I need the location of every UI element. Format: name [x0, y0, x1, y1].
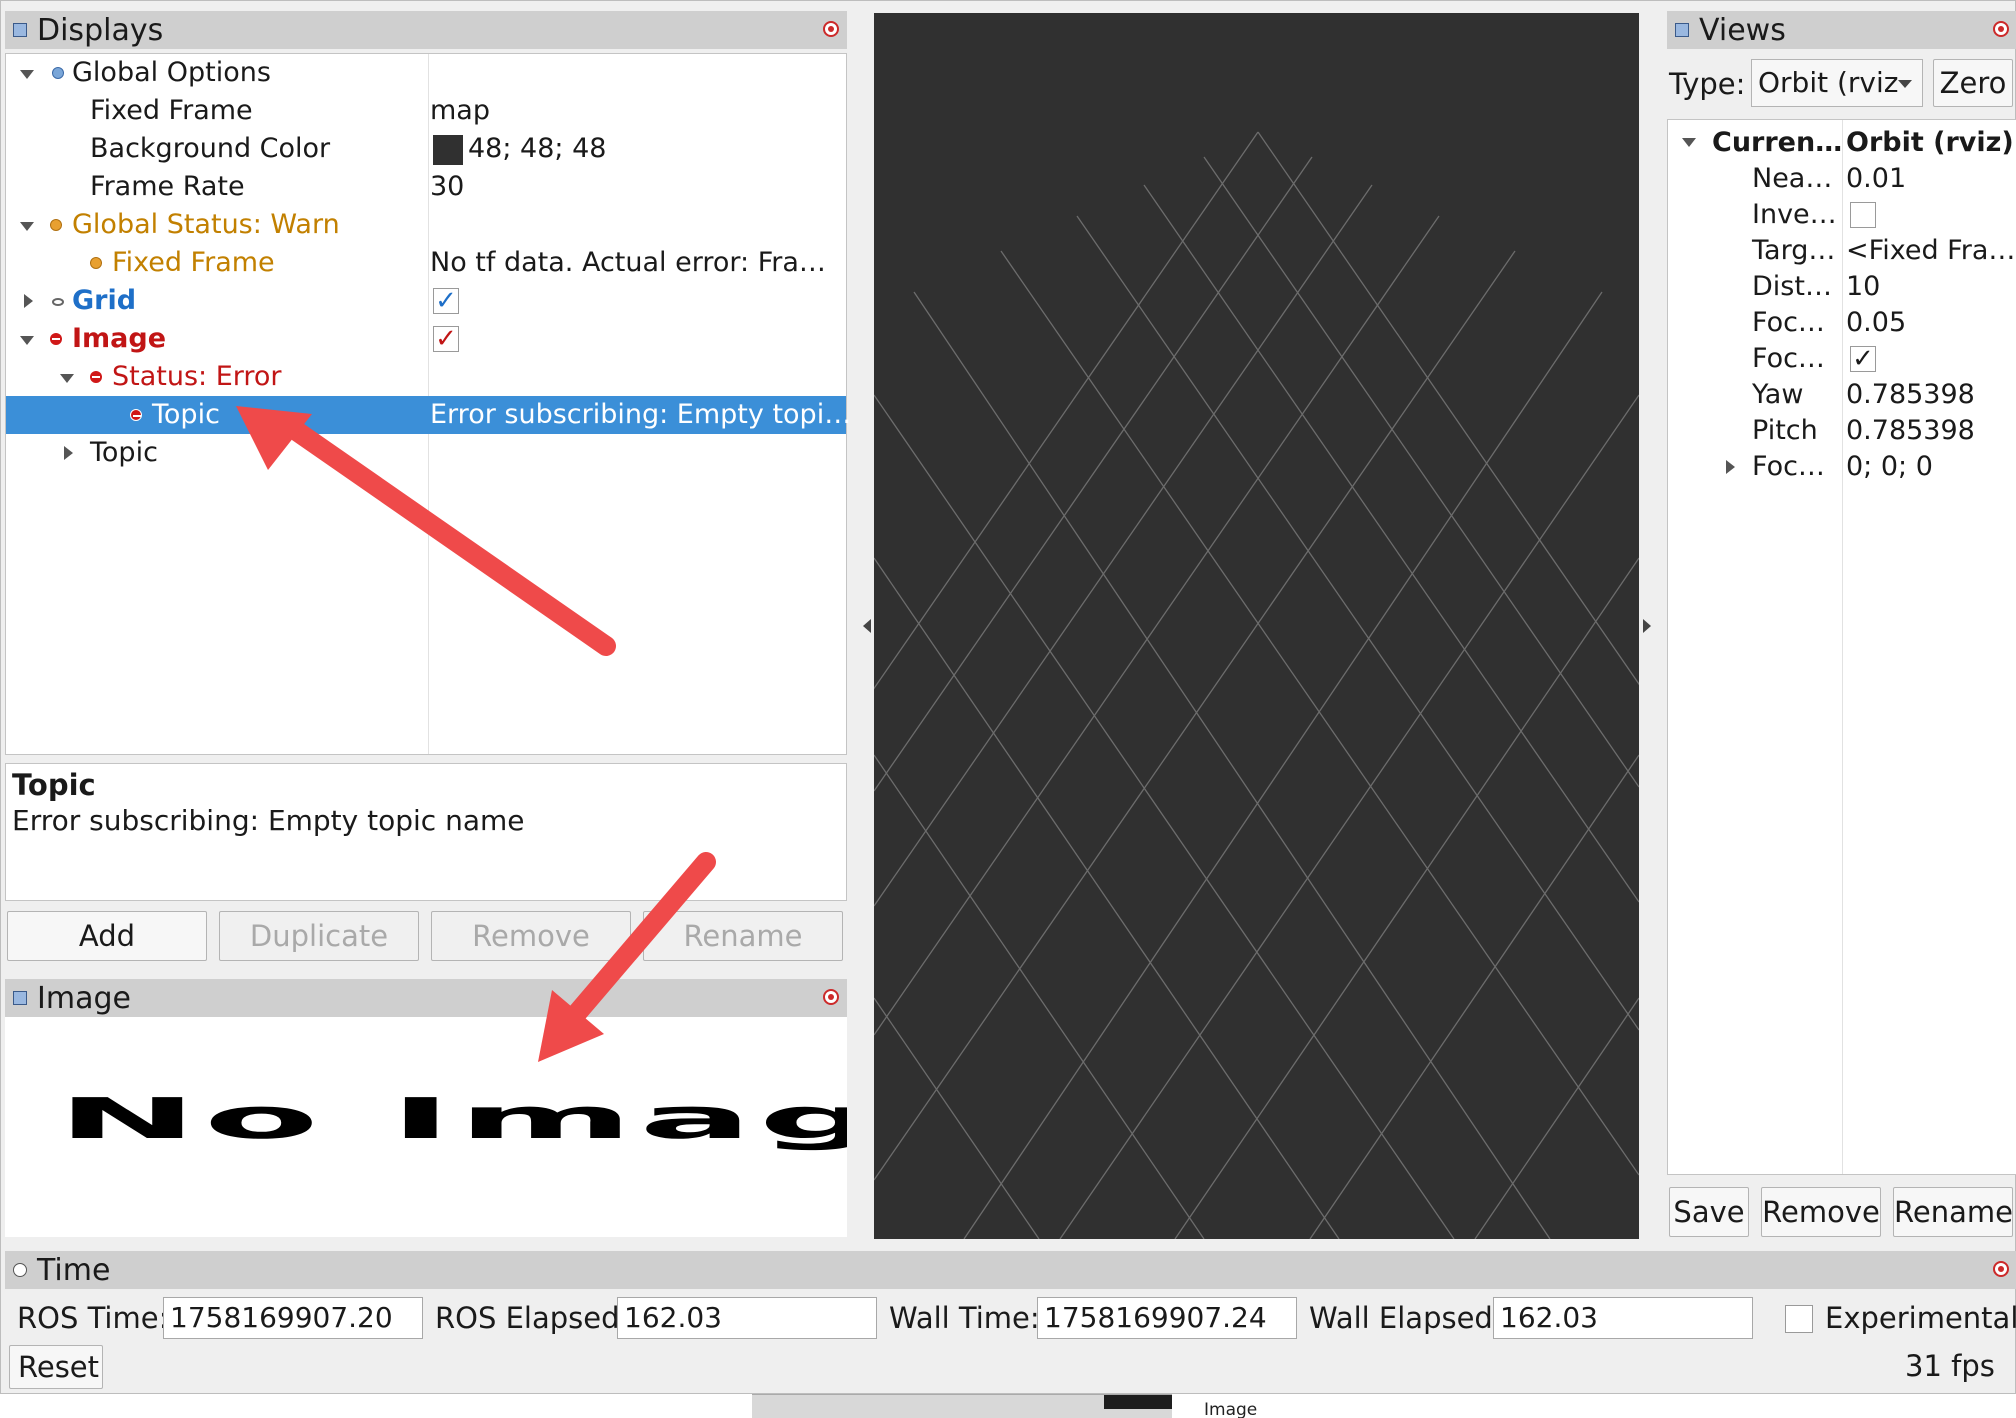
arrow-to-no-image — [538, 852, 716, 1062]
arrow-to-topic — [236, 406, 616, 656]
annotation-arrows — [236, 406, 716, 1062]
